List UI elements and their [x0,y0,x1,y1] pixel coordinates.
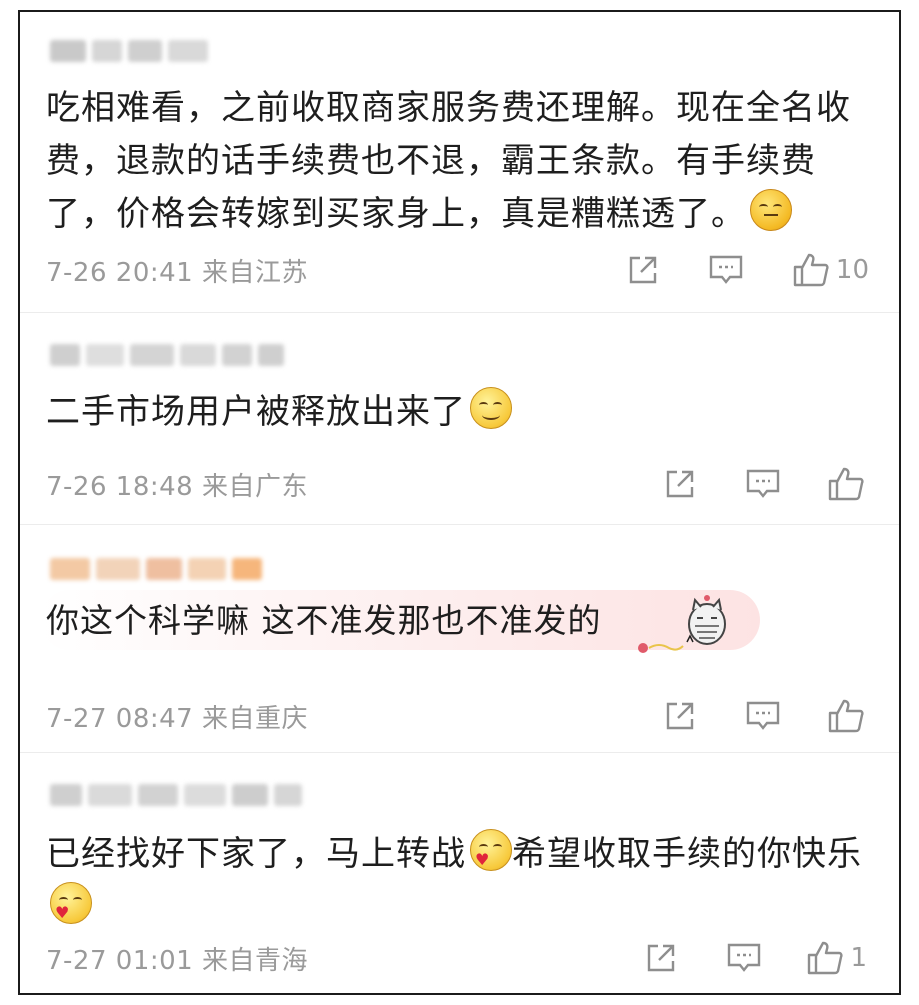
yellow-face-emoji [750,189,792,231]
comment-item-1: 吃相难看，之前收取商家服务费还理解。现在全名收费，退款的话手续费也不退，霸王条款… [20,12,899,313]
comment-actions [663,698,865,734]
username-blurred[interactable] [50,556,262,582]
comment-meta: 7-27 08:47 来自重庆 [46,698,869,734]
comment-item-4: 已经找好下家了，马上转战 ♥ 希望收取手续的你快乐 ♥ 7-27 01:01 来自青海… [20,752,899,995]
comment-text: 吃相难看，之前收取商家服务费还理解。现在全名收费，退款的话手续费也不退，霸王条款… [46,88,851,234]
comment-icon[interactable] [745,467,781,501]
comment-actions: 1 [644,940,867,976]
like-button[interactable]: 1 [806,940,867,976]
comment-text: 已经找好下家了，马上转战 ♥ 希望收取手续的你快乐 ♥ [46,828,869,934]
like-button[interactable] [827,698,865,734]
comment-icon[interactable] [726,941,762,975]
comment-icon[interactable] [708,253,744,287]
like-button[interactable]: 10 [792,252,869,288]
like-count: 10 [835,255,869,285]
cat-sticker-icon [638,595,726,653]
like-icon [827,698,865,734]
username-blurred[interactable] [50,342,284,368]
heart-face-emoji: ♥ [50,882,92,924]
like-count: 1 [850,943,867,973]
smile-face-emoji [470,387,512,429]
like-icon [827,466,865,502]
comment-text: 二手市场用户被释放出来了 [46,386,869,439]
like-button[interactable] [827,466,865,502]
comment-list: 吃相难看，之前收取商家服务费还理解。现在全名收费，退款的话手续费也不退，霸王条款… [18,10,901,995]
comment-item-2: 二手市场用户被释放出来了 7-26 18:48 来自广东 [20,312,899,525]
like-icon [806,940,844,976]
heart-face-emoji: ♥ [470,829,512,871]
share-icon[interactable] [626,253,660,287]
comment-meta: 7-26 18:48 来自广东 [46,466,869,502]
comment-time: 7-27 01:01 来自青海 [46,945,308,976]
comment-meta: 7-27 01:01 来自青海 1 [46,940,869,976]
comment-item-3: 你这个科学嘛 这不准发那也不准发的 7-27 08:47 来自重庆 [20,524,899,753]
comment-meta: 7-26 20:41 来自江苏 10 [46,252,869,288]
username-blurred[interactable] [50,782,302,808]
comment-time: 7-26 20:41 来自江苏 [46,257,308,288]
like-icon [792,252,830,288]
comment-icon[interactable] [745,699,781,733]
share-icon[interactable] [644,941,678,975]
share-icon[interactable] [663,699,697,733]
username-blurred[interactable] [50,38,208,64]
comment-text: 你这个科学嘛 这不准发那也不准发的 [46,601,602,640]
comment-actions [663,466,865,502]
comment-time: 7-26 18:48 来自广东 [46,471,308,502]
comment-actions: 10 [626,252,869,288]
share-icon[interactable] [663,467,697,501]
comment-time: 7-27 08:47 来自重庆 [46,703,308,734]
